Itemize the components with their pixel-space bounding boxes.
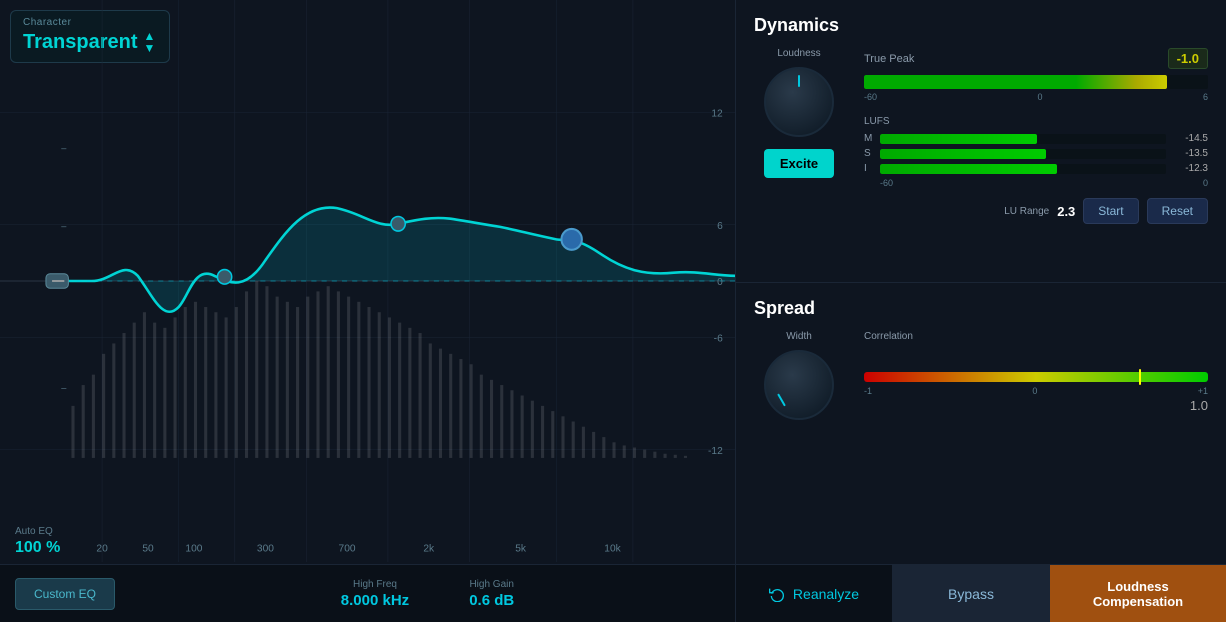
width-knob-indicator <box>777 393 786 406</box>
svg-text:5k: 5k <box>515 544 527 555</box>
true-peak-header: True Peak -1.0 <box>864 48 1208 69</box>
custom-eq-button[interactable]: Custom EQ <box>15 578 115 610</box>
bottom-bar: Custom EQ High Freq 8.000 kHz High Gain … <box>0 564 735 622</box>
spread-section: Spread Width Correlation <box>736 283 1226 565</box>
high-gain-item: High Gain 0.6 dB <box>469 579 514 609</box>
width-col: Width <box>754 331 844 420</box>
left-panel: Character Transparent ▲▼ <box>0 0 736 622</box>
svg-text:–: – <box>61 221 67 231</box>
svg-text:100: 100 <box>185 544 202 555</box>
true-peak-col: True Peak -1.0 -60 0 6 LUFS <box>864 48 1208 224</box>
lufs-s-value: -13.5 <box>1172 148 1208 159</box>
high-freq-value: 8.000 kHz <box>341 592 409 609</box>
svg-text:-12: -12 <box>708 446 723 457</box>
width-knob[interactable] <box>764 350 834 420</box>
high-gain-label: High Gain <box>469 579 514 590</box>
spread-content: Width Correlation -1 0 <box>754 331 1208 420</box>
correlation-indicator <box>1139 369 1141 385</box>
lu-range-row: LU Range 2.3 Start Reset <box>864 198 1208 224</box>
svg-text:20: 20 <box>96 544 108 555</box>
lufs-i-value: -12.3 <box>1172 163 1208 174</box>
lufs-scale: -60 0 <box>864 178 1208 188</box>
app-container: Character Transparent ▲▼ <box>0 0 1226 622</box>
svg-text:-6: -6 <box>714 333 723 344</box>
right-panel: Dynamics Loudness Excite True Peak -1.0 <box>736 0 1226 622</box>
start-button[interactable]: Start <box>1083 198 1138 224</box>
svg-text:700: 700 <box>339 544 356 555</box>
true-peak-label: True Peak <box>864 53 914 65</box>
correlation-bar <box>864 372 1208 382</box>
lufs-s-fill <box>880 149 1046 159</box>
svg-text:–: – <box>61 143 67 153</box>
true-peak-fill <box>864 75 1167 89</box>
auto-eq-value: 100 % <box>15 539 60 557</box>
high-freq-item: High Freq 8.000 kHz <box>341 579 409 609</box>
excite-button[interactable]: Excite <box>764 149 834 178</box>
lufs-i-bar <box>880 164 1166 174</box>
correlation-label: Correlation <box>864 331 1208 342</box>
reset-button[interactable]: Reset <box>1147 198 1208 224</box>
lufs-s-row: S -13.5 <box>864 148 1208 159</box>
high-freq-label: High Freq <box>341 579 409 590</box>
reanalyze-icon <box>769 586 785 602</box>
lufs-m-row: M -14.5 <box>864 133 1208 144</box>
correlation-bar-container: -1 0 +1 1.0 <box>864 372 1208 413</box>
svg-text:300: 300 <box>257 544 274 555</box>
lufs-m-fill <box>880 134 1037 144</box>
eq-canvas: 12 6 0 -6 -12 20 50 100 300 700 2k 5k 10… <box>0 0 735 562</box>
lufs-s-bar <box>880 149 1166 159</box>
loudness-col: Loudness Excite <box>754 48 844 178</box>
loudness-knob[interactable] <box>764 67 834 137</box>
reanalyze-button[interactable]: Reanalyze <box>736 565 893 622</box>
bottom-action-bar: Reanalyze Bypass Loudness Compensation <box>736 564 1226 622</box>
svg-text:6: 6 <box>717 221 723 232</box>
true-peak-scale: -60 0 6 <box>864 92 1208 102</box>
true-peak-value: -1.0 <box>1168 48 1208 69</box>
lufs-label: LUFS <box>864 116 1208 127</box>
width-label: Width <box>786 331 812 342</box>
lu-range-label: LU Range <box>1004 206 1049 217</box>
spread-title: Spread <box>754 298 1208 319</box>
svg-text:–: – <box>61 382 67 392</box>
lufs-m-label: M <box>864 133 874 144</box>
freq-info: High Freq 8.000 kHz High Gain 0.6 dB <box>135 579 720 609</box>
svg-text:12: 12 <box>711 108 723 119</box>
correlation-scale: -1 0 +1 <box>864 386 1208 396</box>
lufs-m-value: -14.5 <box>1172 133 1208 144</box>
svg-text:10k: 10k <box>604 544 621 555</box>
auto-eq-section: Auto EQ 100 % <box>15 526 60 557</box>
dynamics-section: Dynamics Loudness Excite True Peak -1.0 <box>736 0 1226 283</box>
loudness-comp-label: Loudness Compensation <box>1093 579 1183 609</box>
svg-text:2k: 2k <box>423 544 435 555</box>
loudness-knob-indicator <box>798 75 800 87</box>
lufs-i-fill <box>880 164 1057 174</box>
correlation-col: Correlation -1 0 +1 1.0 <box>864 331 1208 413</box>
lufs-m-bar <box>880 134 1166 144</box>
correlation-value: 1.0 <box>864 398 1208 413</box>
eq-svg: 12 6 0 -6 -12 20 50 100 300 700 2k 5k 10… <box>0 0 735 562</box>
dynamics-title: Dynamics <box>754 15 1208 36</box>
lufs-s-label: S <box>864 148 874 159</box>
lufs-i-row: I -12.3 <box>864 163 1208 174</box>
svg-text:0: 0 <box>717 277 723 288</box>
reanalyze-label: Reanalyze <box>793 586 859 602</box>
auto-eq-label: Auto EQ <box>15 526 60 537</box>
true-peak-meter <box>864 75 1208 89</box>
bypass-button[interactable]: Bypass <box>893 565 1050 622</box>
lu-range-value: 2.3 <box>1057 204 1075 219</box>
lufs-section: LUFS M -14.5 S <box>864 116 1208 188</box>
loudness-compensation-button[interactable]: Loudness Compensation <box>1050 565 1226 622</box>
dynamics-content: Loudness Excite True Peak -1.0 <box>754 48 1208 224</box>
high-gain-value: 0.6 dB <box>469 592 514 609</box>
lufs-i-label: I <box>864 163 874 174</box>
svg-text:50: 50 <box>142 544 154 555</box>
loudness-label: Loudness <box>777 48 820 59</box>
